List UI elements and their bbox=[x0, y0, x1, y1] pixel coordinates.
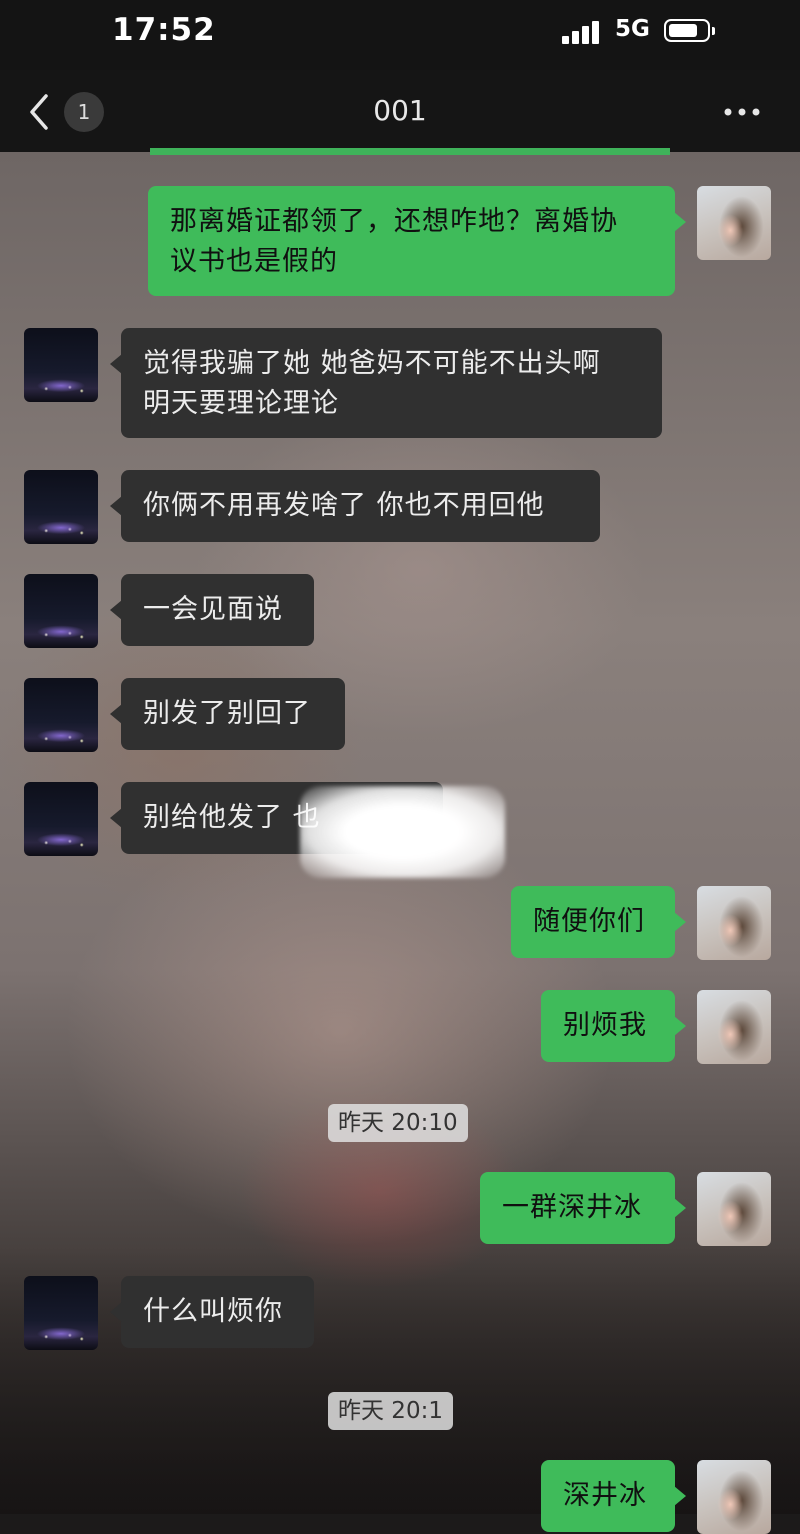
message-bubble-incoming[interactable]: 你俩不用再发啥了 你也不用回他 bbox=[110, 470, 600, 542]
network-type-label: 5G bbox=[615, 16, 650, 42]
my-avatar[interactable] bbox=[697, 886, 771, 960]
chevron-left-icon bbox=[30, 94, 48, 130]
my-avatar[interactable] bbox=[697, 186, 771, 260]
battery-icon bbox=[664, 19, 715, 42]
back-button[interactable]: 1 bbox=[28, 92, 108, 132]
message-timestamp: 昨天 20:10 bbox=[328, 1104, 468, 1142]
contact-avatar[interactable] bbox=[24, 328, 98, 402]
more-options-button[interactable] bbox=[718, 98, 766, 126]
contact-avatar[interactable] bbox=[24, 574, 98, 648]
status-bar: 17:52 5G bbox=[0, 0, 800, 70]
my-avatar[interactable] bbox=[697, 1172, 771, 1246]
previous-message-bubble-edge bbox=[150, 148, 670, 155]
message-bubble-outgoing[interactable]: 随便你们 bbox=[511, 886, 686, 958]
message-bubble-incoming[interactable]: 别发了别回了 bbox=[110, 678, 345, 750]
message-bubble-outgoing[interactable]: 那离婚证都领了，还想咋地？离婚协 议书也是假的 bbox=[148, 186, 686, 296]
message-bubble-incoming[interactable]: 什么叫烦你 bbox=[110, 1276, 314, 1348]
contact-avatar[interactable] bbox=[24, 1276, 98, 1350]
message-bubble-outgoing[interactable]: 一群深井冰 bbox=[480, 1172, 686, 1244]
message-bubble-outgoing[interactable]: 深井冰 bbox=[541, 1460, 686, 1532]
ellipsis-icon bbox=[724, 108, 760, 116]
message-bubble-incoming[interactable]: 觉得我骗了她 她爸妈不可能不出头啊 明天要理论理论 bbox=[110, 328, 662, 438]
contact-avatar[interactable] bbox=[24, 678, 98, 752]
chat-background-shade bbox=[0, 1250, 800, 1514]
chat-header: 1 001 bbox=[0, 70, 800, 152]
chat-title: 001 bbox=[373, 94, 427, 127]
contact-avatar[interactable] bbox=[24, 470, 98, 544]
message-bubble-incoming[interactable]: 一会见面说 bbox=[110, 574, 314, 646]
contact-avatar[interactable] bbox=[24, 782, 98, 856]
message-timestamp: 昨天 20:1 bbox=[328, 1392, 453, 1430]
unread-count-badge: 1 bbox=[64, 92, 104, 132]
signal-bars-icon bbox=[562, 20, 604, 44]
my-avatar[interactable] bbox=[697, 1460, 771, 1534]
my-avatar[interactable] bbox=[697, 990, 771, 1064]
status-time: 17:52 bbox=[112, 12, 216, 48]
redaction-scribble bbox=[300, 786, 505, 878]
message-bubble-outgoing[interactable]: 别烦我 bbox=[541, 990, 686, 1062]
